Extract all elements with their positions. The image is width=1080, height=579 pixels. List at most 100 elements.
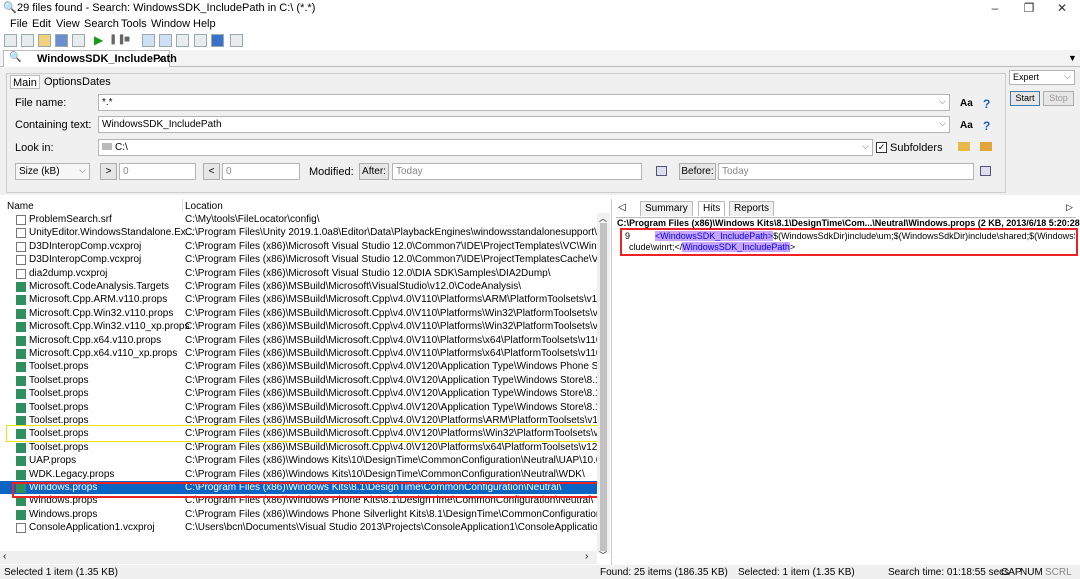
menu-search[interactable]: Search (84, 18, 119, 30)
menu-file[interactable]: File (10, 18, 28, 30)
menu-view[interactable]: View (56, 18, 80, 30)
after-button[interactable]: After: (359, 163, 389, 180)
help-icon[interactable]: ? (983, 97, 990, 111)
document-icon[interactable] (176, 34, 189, 47)
mode-select[interactable]: Expert ⌵ (1009, 70, 1075, 85)
stop-button[interactable]: Stop (1043, 91, 1074, 106)
menu-window[interactable]: Window (151, 18, 190, 30)
column-location-header[interactable]: Location (185, 201, 223, 212)
file-icon (16, 215, 26, 225)
tab-scroll-left-icon[interactable]: ◁ (618, 202, 626, 213)
table-row[interactable]: Microsoft.Cpp.ARM.v110.props C:\Program F… (0, 293, 597, 306)
file-icon (16, 389, 26, 400)
tab-main[interactable]: Main (10, 75, 40, 89)
row-location: C:\Program Files (x86)\MSBuild\Microsoft… (185, 388, 597, 400)
scroll-down-icon[interactable]: ﹀ (599, 550, 607, 561)
row-file-name: ProblemSearch.srf (29, 214, 112, 225)
printer-icon[interactable] (194, 34, 207, 47)
size-greater-button[interactable]: > (100, 163, 117, 180)
table-row[interactable]: Toolset.props C:\Program Files (x86)\MSBu… (0, 441, 597, 454)
before-button[interactable]: Before: (679, 163, 716, 180)
new-icon[interactable] (4, 34, 17, 47)
horizontal-scrollbar[interactable]: ‹ › (0, 551, 597, 564)
size-min-input[interactable]: 0 (119, 163, 196, 180)
file-icon (16, 349, 26, 359)
scroll-right-icon[interactable]: › (585, 551, 588, 562)
table-row[interactable]: UAP.props C:\Program Files (x86)\Windows … (0, 454, 597, 467)
chevron-down-icon[interactable]: ⌵ (939, 118, 946, 129)
chevron-down-icon[interactable]: ⌵ (939, 96, 946, 107)
save-icon[interactable] (55, 34, 68, 47)
row-file-name: Toolset.props (29, 441, 89, 453)
file-icon (16, 241, 26, 252)
close-tab-icon[interactable]: x (158, 53, 164, 65)
row-location: C:\Program Files (x86)\Microsoft Visual … (185, 254, 597, 266)
calendar-icon[interactable] (980, 166, 991, 176)
copy-icon[interactable] (21, 34, 34, 47)
size-select[interactable]: Size (kB) ⌵ (15, 163, 90, 180)
folder-icon[interactable] (958, 142, 970, 151)
scroll-thumb[interactable] (600, 223, 607, 551)
table-row[interactable]: Microsoft.Cpp.x64.v110.props C:\Program F… (0, 334, 597, 347)
stop-icon[interactable]: ■ (124, 34, 130, 45)
table-row[interactable]: Windows.props C:\Program Files (x86)\Wind… (0, 508, 597, 521)
menu-edit[interactable]: Edit (32, 18, 51, 30)
layout-icon[interactable] (142, 34, 155, 47)
subfolders-checkbox[interactable]: ✓ (876, 142, 887, 153)
chevron-down-icon[interactable]: ⌵ (1064, 71, 1071, 82)
tab-search[interactable]: 🔍 WindowsSDK_IncludePath x (3, 50, 177, 67)
open-icon[interactable] (38, 34, 51, 47)
file-icon (16, 402, 26, 413)
table-row[interactable]: Toolset.props C:\Program Files (x86)\MSBu… (0, 360, 597, 373)
table-row[interactable]: ConsoleApplication1.vcxproj C:\Users\bcn\… (0, 521, 597, 534)
table-row[interactable]: D3DInteropComp.vcxproj C:\Program Files (… (0, 240, 597, 253)
maximize-icon[interactable]: ❐ (1019, 1, 1039, 15)
play-icon[interactable]: ▶ (94, 33, 103, 47)
table-row[interactable]: Toolset.props C:\Program Files (x86)\MSBu… (0, 387, 597, 400)
table-row[interactable]: dia2dump.vcxproj C:\Program Files (x86)\M… (0, 267, 597, 280)
vertical-scrollbar[interactable]: ︿ (597, 213, 610, 553)
print-preview-icon[interactable] (72, 34, 85, 47)
look-in-input[interactable]: C:\ ⌵ (98, 139, 873, 156)
before-date-input[interactable]: Today (718, 163, 974, 180)
menu-help[interactable]: Help (193, 18, 216, 30)
containing-text-input[interactable]: WindowsSDK_IncludePath ⌵ (98, 116, 950, 133)
size-max-input[interactable]: 0 (222, 163, 300, 180)
info-icon[interactable] (211, 34, 224, 47)
table-row[interactable]: Microsoft.Cpp.Win32.v110_xp.props C:\Prog… (0, 320, 597, 333)
tab-list-chevron-icon[interactable]: ▼ (1068, 53, 1077, 63)
file-name-input[interactable]: *.* ⌵ (98, 94, 950, 111)
start-button[interactable]: Start (1010, 91, 1040, 106)
after-date-input[interactable]: Today (392, 163, 642, 180)
scroll-left-icon[interactable]: ‹ (3, 551, 6, 562)
window-icon[interactable] (159, 34, 172, 47)
table-row[interactable]: WDK.Legacy.props C:\Program Files (x86)\W… (0, 468, 597, 481)
column-name-header[interactable]: Name (7, 201, 34, 212)
tab-reports[interactable]: Reports (729, 201, 775, 216)
size-less-button[interactable]: < (203, 163, 220, 180)
table-row[interactable]: Toolset.props C:\Program Files (x86)\MSBu… (0, 374, 597, 387)
tab-options[interactable]: Options (42, 75, 84, 89)
menu-tools[interactable]: Tools (121, 18, 147, 30)
tools-icon[interactable] (230, 34, 243, 47)
chevron-down-icon[interactable]: ⌵ (79, 165, 86, 176)
table-row[interactable]: ProblemSearch.srf C:\My\tools\FileLocator… (0, 213, 597, 226)
table-row[interactable]: Microsoft.CodeAnalysis.Targets C:\Program… (0, 280, 597, 293)
table-row[interactable]: Toolset.props C:\Program Files (x86)\MSBu… (0, 401, 597, 414)
table-row[interactable]: Microsoft.Cpp.Win32.v110.props C:\Program… (0, 307, 597, 320)
table-row[interactable]: UnityEditor.WindowsStandalone.Ex... C:\Pr… (0, 226, 597, 239)
tab-hits[interactable]: Hits (698, 201, 726, 216)
case-icon[interactable]: Aa (960, 120, 973, 131)
chevron-down-icon[interactable]: ⌵ (862, 141, 869, 152)
table-row[interactable]: D3DInteropComp.vcxproj C:\Program Files (… (0, 253, 597, 266)
tab-summary[interactable]: Summary (640, 201, 693, 216)
tab-scroll-right-icon[interactable]: ▷ (1066, 202, 1073, 213)
calendar-icon[interactable] (656, 166, 667, 176)
help-icon[interactable]: ? (983, 119, 990, 133)
folder-up-icon[interactable] (980, 142, 992, 151)
tab-dates[interactable]: Dates (80, 75, 113, 89)
close-icon[interactable]: ✕ (1052, 1, 1072, 15)
case-icon[interactable]: Aa (960, 98, 973, 109)
minimize-icon[interactable]: – (985, 1, 1005, 15)
table-row[interactable]: Microsoft.Cpp.x64.v110_xp.props C:\Progra… (0, 347, 597, 360)
